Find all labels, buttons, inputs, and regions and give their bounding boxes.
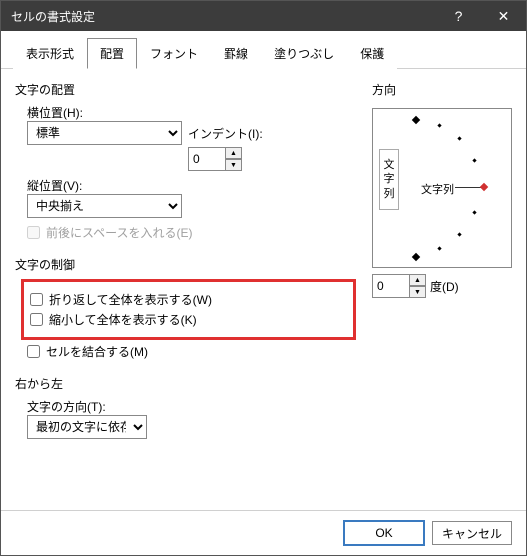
orientation-point[interactable] <box>437 246 441 250</box>
dialog-title: セルの書式設定 <box>11 8 436 25</box>
ok-button[interactable]: OK <box>344 521 424 545</box>
orientation-point-top[interactable] <box>412 116 420 124</box>
orientation-point[interactable] <box>457 136 461 140</box>
degree-spinner[interactable]: ▲ ▼ <box>372 274 426 298</box>
highlight-box: 折り返して全体を表示する(W) 縮小して全体を表示する(K) <box>21 279 356 340</box>
close-button[interactable]: ✕ <box>481 1 526 31</box>
shrink-checkbox-input[interactable] <box>30 313 43 326</box>
tab-strip: 表示形式 配置 フォント 罫線 塗りつぶし 保護 <box>1 31 526 69</box>
orientation-point-bottom[interactable] <box>412 253 420 261</box>
rtl-group: 右から左 文字の方向(T): 最初の文字に依存 <box>15 373 356 445</box>
degree-row: ▲ ▼ 度(D) <box>372 274 512 298</box>
indent-label: インデント(I): <box>188 125 263 142</box>
degree-label: 度(D) <box>430 278 459 295</box>
degree-input[interactable] <box>372 274 410 298</box>
merge-cells-checkbox[interactable]: セルを結合する(M) <box>27 343 356 360</box>
degree-down-icon[interactable]: ▼ <box>410 286 426 298</box>
merge-checkbox-input[interactable] <box>27 345 40 358</box>
shrink-fit-checkbox[interactable]: 縮小して全体を表示する(K) <box>30 311 347 328</box>
orientation-vertical-text[interactable]: 文字列 <box>379 149 399 210</box>
dialog-content: 文字の配置 横位置(H): 標準 インデント(I): <box>1 69 526 510</box>
orientation-section-label: 方向 <box>372 79 512 104</box>
orientation-point[interactable] <box>472 210 476 214</box>
cancel-button[interactable]: キャンセル <box>432 521 512 545</box>
tab-protection[interactable]: 保護 <box>347 38 397 69</box>
alignment-section-label: 文字の配置 <box>15 79 356 104</box>
justify-label: 前後にスペースを入れる(E) <box>46 224 193 241</box>
rtl-section-label: 右から左 <box>15 373 356 398</box>
tab-alignment[interactable]: 配置 <box>87 38 137 69</box>
help-button[interactable]: ? <box>436 1 481 31</box>
indent-input[interactable] <box>188 147 226 171</box>
justify-distributed-checkbox: 前後にスペースを入れる(E) <box>27 224 356 241</box>
justify-checkbox-input <box>27 226 40 239</box>
titlebar: セルの書式設定 ? ✕ <box>1 1 526 31</box>
tab-font[interactable]: フォント <box>137 38 211 69</box>
horizontal-label: 横位置(H): <box>27 104 356 121</box>
dialog-window: セルの書式設定 ? ✕ 表示形式 配置 フォント 罫線 塗りつぶし 保護 文字の… <box>0 0 527 556</box>
orientation-point[interactable] <box>437 123 441 127</box>
horizontal-select[interactable]: 標準 <box>27 121 182 145</box>
text-direction-select[interactable]: 最初の文字に依存 <box>27 415 147 439</box>
text-alignment-group: 文字の配置 横位置(H): 標準 インデント(I): <box>15 79 356 244</box>
vertical-label: 縦位置(V): <box>27 177 356 194</box>
text-control-group: 文字の制御 折り返して全体を表示する(W) 縮小して全体を表示する(K) <box>15 254 356 363</box>
right-column: 方向 文字列 文字列 <box>372 79 512 500</box>
control-section-label: 文字の制御 <box>15 254 356 279</box>
wrap-label: 折り返して全体を表示する(W) <box>49 291 212 308</box>
indent-down-icon[interactable]: ▼ <box>226 159 242 171</box>
wrap-text-checkbox[interactable]: 折り返して全体を表示する(W) <box>30 291 347 308</box>
orientation-point[interactable] <box>457 232 461 236</box>
indent-up-icon[interactable]: ▲ <box>226 147 242 159</box>
tab-fill[interactable]: 塗りつぶし <box>261 38 347 69</box>
dialog-footer: OK キャンセル <box>1 510 526 555</box>
orientation-point-active[interactable] <box>480 183 488 191</box>
left-column: 文字の配置 横位置(H): 標準 インデント(I): <box>15 79 356 500</box>
indent-spinner[interactable]: ▲ ▼ <box>188 147 242 171</box>
tab-number[interactable]: 表示形式 <box>13 38 87 69</box>
orientation-point[interactable] <box>472 158 476 162</box>
wrap-checkbox-input[interactable] <box>30 293 43 306</box>
orientation-control[interactable]: 文字列 文字列 <box>372 108 512 268</box>
degree-up-icon[interactable]: ▲ <box>410 274 426 286</box>
tab-border[interactable]: 罫線 <box>211 38 261 69</box>
orientation-line <box>455 187 483 188</box>
text-direction-label: 文字の方向(T): <box>27 398 356 415</box>
vertical-select[interactable]: 中央揃え <box>27 194 182 218</box>
orientation-horiz-text: 文字列 <box>421 181 454 197</box>
merge-label: セルを結合する(M) <box>46 343 148 360</box>
shrink-label: 縮小して全体を表示する(K) <box>49 311 197 328</box>
